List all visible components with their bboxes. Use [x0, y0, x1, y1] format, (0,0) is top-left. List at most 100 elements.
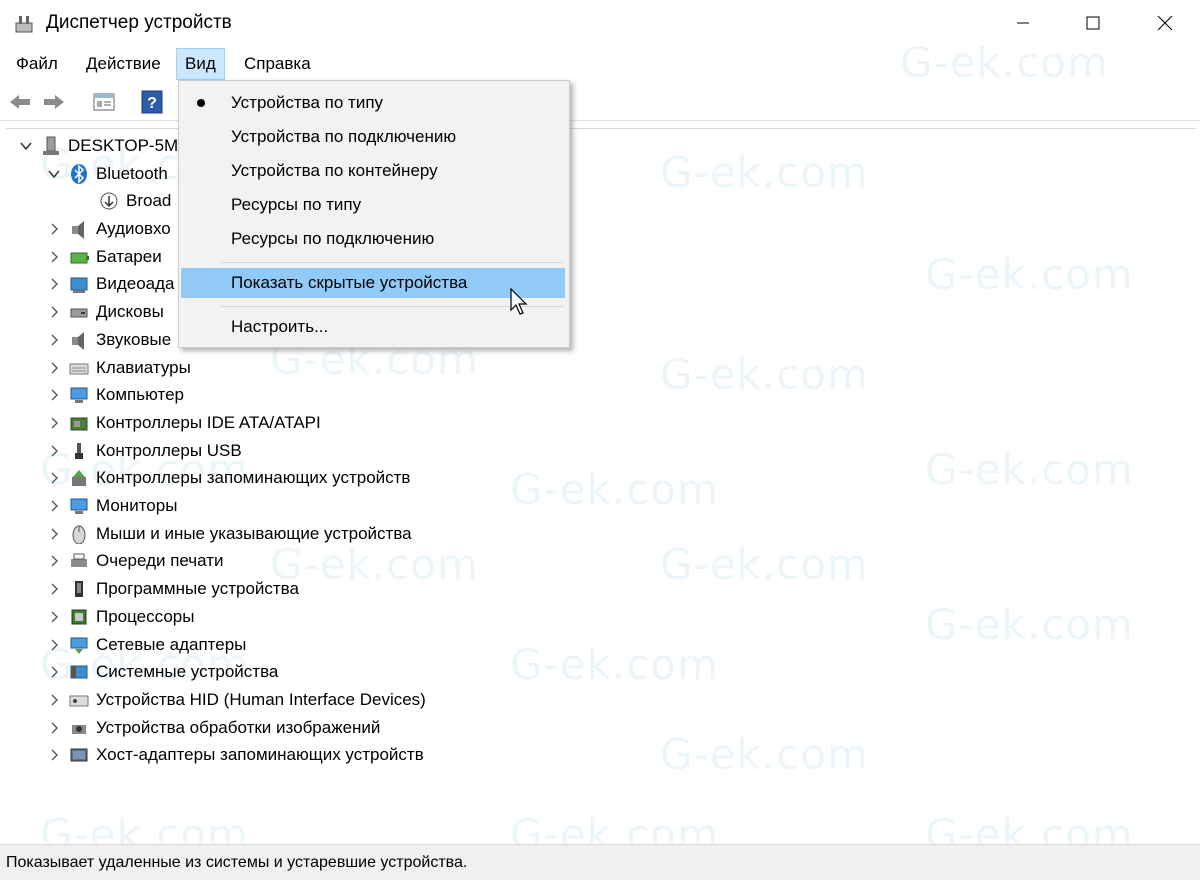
device-category-icon [68, 578, 90, 600]
tree-item[interactable]: Контроллеры запоминающих устройств [44, 465, 410, 491]
menu-item-label: Ресурсы по подключению [231, 229, 435, 248]
menu-item-resources-by-type[interactable]: Ресурсы по типу [181, 190, 565, 220]
chevron-right-icon[interactable] [44, 745, 64, 765]
chevron-right-icon[interactable] [44, 524, 64, 544]
back-button[interactable] [6, 88, 34, 116]
device-category-icon [68, 661, 90, 683]
chevron-right-icon[interactable] [44, 385, 64, 405]
chevron-right-icon[interactable] [44, 358, 64, 378]
device-category-icon [68, 218, 90, 240]
tree-item-label: Мониторы [96, 496, 178, 515]
forward-button[interactable] [40, 88, 68, 116]
chevron-down-icon[interactable] [44, 164, 64, 184]
tree-item[interactable]: Звуковые [44, 327, 171, 353]
chevron-right-icon[interactable] [44, 718, 64, 738]
tree-item-label: Мыши и иные указывающие устройства [96, 524, 412, 543]
tree-item[interactable]: Устройства обработки изображений [44, 715, 380, 741]
tree-item-label: Контроллеры IDE ATA/ATAPI [96, 413, 321, 432]
tree-item[interactable]: Мыши и иные указывающие устройства [44, 521, 412, 547]
maximize-button[interactable] [1070, 0, 1116, 46]
tree-item[interactable]: Сетевые адаптеры [44, 632, 246, 658]
tree-item-label: Контроллеры USB [96, 441, 242, 460]
tree-item[interactable]: Аудиовхо [44, 216, 171, 242]
menu-file[interactable]: Файл [8, 48, 66, 80]
tree-item-label: Дисковы [96, 302, 164, 321]
chevron-right-icon[interactable] [44, 662, 64, 682]
menu-item-show-hidden-devices[interactable]: Показать скрытые устройства [181, 268, 565, 298]
device-category-icon [68, 246, 90, 268]
tree-item-bluetooth[interactable]: Bluetooth [44, 161, 168, 187]
tree-item[interactable]: Компьютер [44, 382, 184, 408]
device-category-icon [68, 384, 90, 406]
menu-action[interactable]: Действие [78, 48, 169, 80]
chevron-right-icon[interactable] [44, 413, 64, 433]
device-category-icon [68, 440, 90, 462]
chevron-right-icon[interactable] [44, 441, 64, 461]
tree-item-label: Программные устройства [96, 579, 299, 598]
tree-item[interactable]: Клавиатуры [44, 355, 191, 381]
chevron-right-icon[interactable] [44, 274, 64, 294]
menu-item-devices-by-container[interactable]: Устройства по контейнеру [181, 156, 565, 186]
tree-item-label: Устройства HID (Human Interface Devices) [96, 690, 426, 709]
chevron-right-icon[interactable] [44, 635, 64, 655]
chevron-right-icon[interactable] [44, 330, 64, 350]
menu-item-label: Ресурсы по типу [231, 195, 362, 214]
properties-view-icon[interactable] [90, 88, 118, 116]
chevron-right-icon[interactable] [44, 496, 64, 516]
tree-item[interactable]: Мониторы [44, 493, 177, 519]
device-category-icon [68, 689, 90, 711]
tree-item[interactable]: Контроллеры IDE ATA/ATAPI [44, 410, 321, 436]
tree-item-label: Bluetooth [96, 164, 168, 183]
chevron-right-icon[interactable] [44, 579, 64, 599]
device-category-icon [68, 329, 90, 351]
window-title: Диспетчер устройств [46, 12, 232, 33]
chevron-right-icon[interactable] [44, 607, 64, 627]
tree-item-label: Системные устройства [96, 662, 279, 681]
svg-text:?: ? [147, 95, 157, 112]
device-category-icon [68, 606, 90, 628]
menu-view[interactable]: Вид [176, 48, 225, 80]
tree-root[interactable]: DESKTOP-5M [16, 133, 178, 159]
menu-item-customize[interactable]: Настроить... [181, 312, 565, 342]
menu-item-resources-by-connection[interactable]: Ресурсы по подключению [181, 224, 565, 254]
tree-item-label: Компьютер [96, 385, 184, 404]
menu-item-label: Устройства по контейнеру [231, 161, 438, 180]
device-category-icon [68, 717, 90, 739]
device-category-icon [68, 550, 90, 572]
tree-item-bluetooth-child[interactable]: Broad [98, 188, 171, 214]
chevron-right-icon[interactable] [44, 302, 64, 322]
minimize-button[interactable] [1000, 0, 1046, 46]
tree-item[interactable]: Программные устройства [44, 576, 299, 602]
menu-item-devices-by-type[interactable]: Устройства по типу [181, 88, 565, 118]
menu-item-devices-by-connection[interactable]: Устройства по подключению [181, 122, 565, 152]
device-manager-window: G-ek.com G-ek.com G-ek.com G-ek.com G-ek… [0, 0, 1200, 880]
chevron-right-icon[interactable] [44, 690, 64, 710]
tree-item[interactable]: Устройства HID (Human Interface Devices) [44, 687, 426, 713]
help-icon[interactable]: ? [138, 88, 166, 116]
menu-help[interactable]: Справка [236, 48, 319, 80]
close-button[interactable] [1142, 0, 1188, 46]
tree-item[interactable]: Очереди печати [44, 548, 224, 574]
tree-item[interactable]: Видеоада [44, 271, 175, 297]
tree-item[interactable]: Хост-адаптеры запоминающих устройств [44, 742, 424, 768]
tree-item[interactable]: Процессоры [44, 604, 194, 630]
status-bar: Показывает удаленные из системы и устаре… [0, 844, 1200, 880]
chevron-right-icon[interactable] [44, 247, 64, 267]
tree-item[interactable]: Дисковы [44, 299, 164, 325]
computer-icon [40, 135, 62, 157]
chevron-right-icon[interactable] [44, 468, 64, 488]
tree-item-label: Сетевые адаптеры [96, 635, 247, 654]
chevron-down-icon[interactable] [16, 136, 36, 156]
chevron-right-icon[interactable] [44, 551, 64, 571]
device-category-icon [68, 523, 90, 545]
tree-item[interactable]: Контроллеры USB [44, 438, 242, 464]
tree-item-label: Устройства обработки изображений [96, 718, 381, 737]
tree-item-label: Контроллеры запоминающих устройств [96, 468, 411, 487]
tree-item[interactable]: Батареи [44, 244, 162, 270]
tree-item[interactable]: Системные устройства [44, 659, 278, 685]
tree-item-label: Очереди печати [96, 551, 224, 570]
device-category-icon [68, 301, 90, 323]
menu-bar: Файл Действие Вид Справка [0, 48, 1200, 80]
chevron-right-icon[interactable] [44, 219, 64, 239]
device-manager-icon [14, 14, 34, 34]
